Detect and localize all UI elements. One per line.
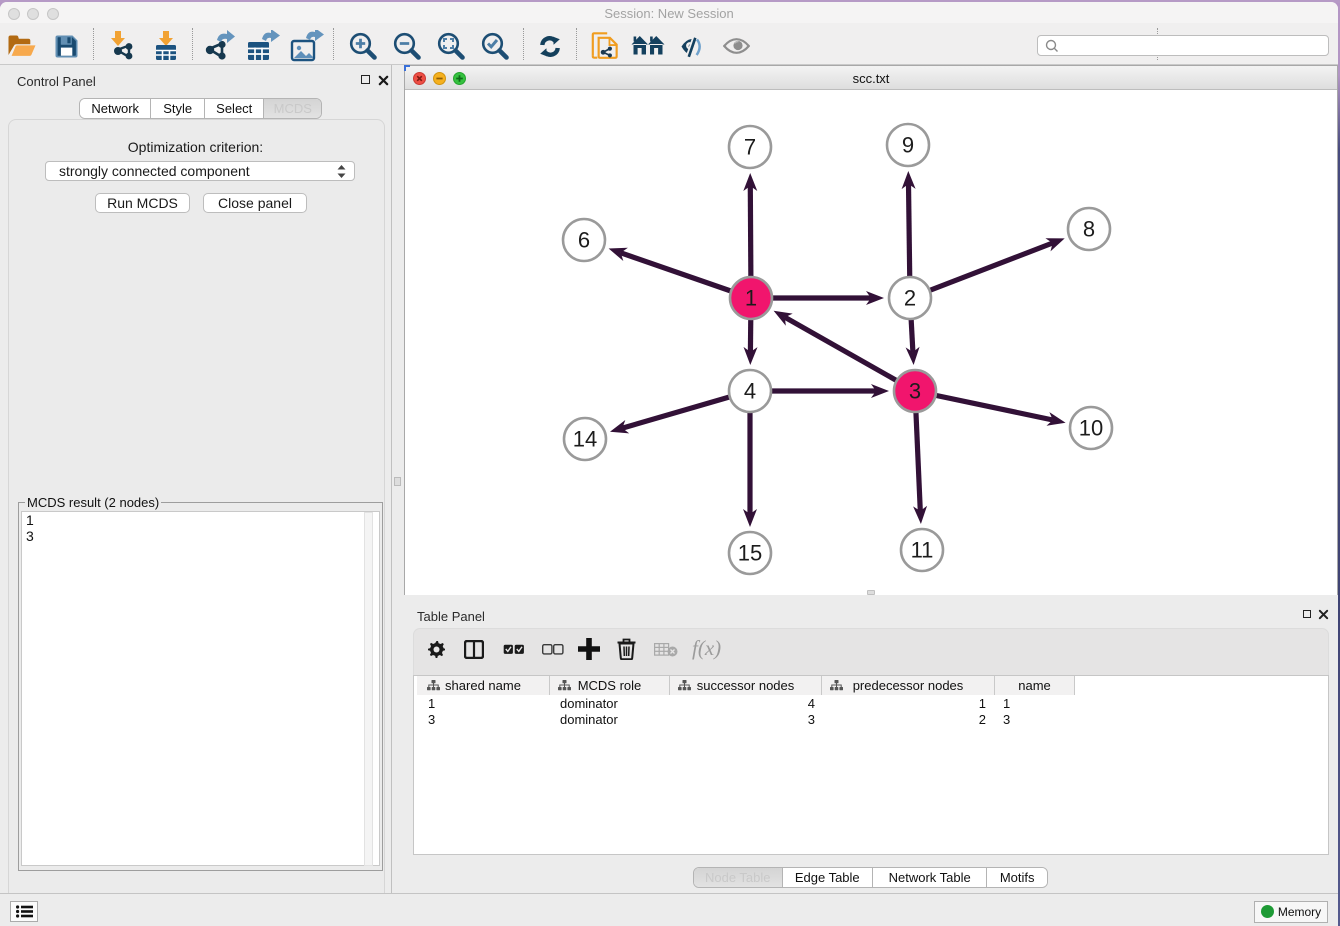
svg-text:14: 14	[573, 427, 597, 452]
svg-text:7: 7	[744, 135, 756, 160]
svg-text:2: 2	[904, 286, 916, 311]
svg-text:4: 4	[744, 379, 756, 404]
svg-text:15: 15	[738, 541, 762, 566]
svg-text:8: 8	[1083, 217, 1095, 242]
svg-text:6: 6	[578, 228, 590, 253]
svg-text:9: 9	[902, 133, 914, 158]
svg-text:1: 1	[745, 286, 757, 311]
svg-text:11: 11	[911, 538, 934, 563]
svg-text:3: 3	[909, 379, 921, 404]
svg-text:10: 10	[1079, 416, 1103, 441]
